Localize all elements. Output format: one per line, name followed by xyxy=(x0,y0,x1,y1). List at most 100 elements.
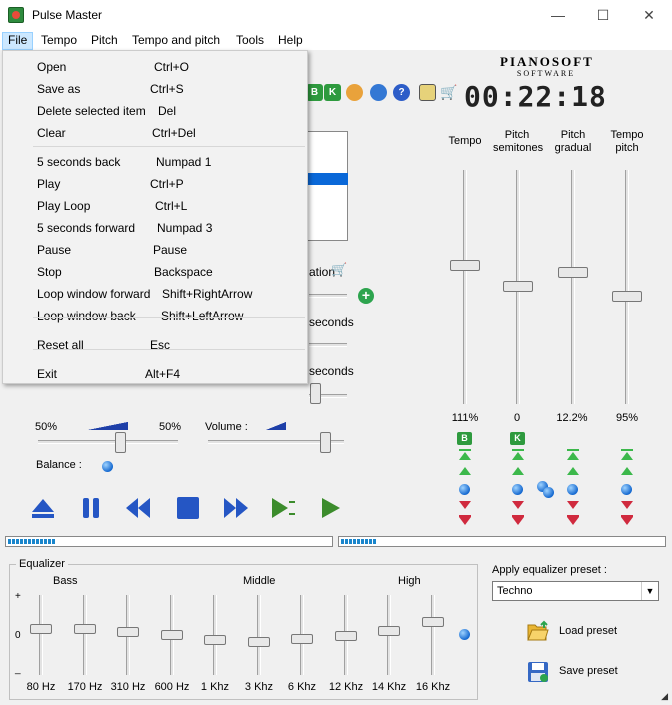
pitch-down-icon[interactable] xyxy=(512,517,524,525)
tempo-pitch-thumb[interactable] xyxy=(612,291,642,302)
file-menu-item-delete-selected-item[interactable]: Delete selected item Del xyxy=(4,99,306,121)
cart-icon[interactable]: 🛒 xyxy=(440,84,457,101)
link-dot-icon-2[interactable] xyxy=(543,487,554,498)
gradual-down-icon[interactable] xyxy=(567,517,579,525)
eq-band-track[interactable] xyxy=(83,595,87,675)
tempo-reset-icon[interactable] xyxy=(459,484,470,495)
tempo-pitch-down-icon[interactable] xyxy=(621,517,633,525)
loop-start-track[interactable] xyxy=(309,294,347,298)
tempo-min-icon[interactable] xyxy=(459,515,471,517)
gradual-reset-icon[interactable] xyxy=(567,484,578,495)
play-icon[interactable] xyxy=(316,494,346,522)
menu-file[interactable]: File xyxy=(2,32,34,50)
close-button[interactable]: ✕ xyxy=(626,0,672,31)
save-preset-button[interactable]: Save preset xyxy=(526,660,636,686)
gradual-max-icon[interactable] xyxy=(567,449,579,451)
gradual-down-small-icon[interactable] xyxy=(567,501,579,509)
menu-pitch[interactable]: Pitch xyxy=(86,32,123,50)
pitch-gradual-track[interactable] xyxy=(571,170,575,404)
pitch-max-icon[interactable] xyxy=(512,449,524,451)
file-menu-item-play-loop[interactable]: Play Loop Ctrl+L xyxy=(4,194,306,216)
pitch-up-icon[interactable] xyxy=(512,452,524,460)
eject-icon[interactable] xyxy=(28,494,58,522)
b-icon[interactable]: B xyxy=(306,84,323,101)
balance-track[interactable] xyxy=(38,440,178,444)
help-icon[interactable]: ? xyxy=(393,84,410,101)
file-menu-item-loop-window-back[interactable]: Loop window back Shift+LeftArrow xyxy=(4,304,306,326)
tempo-pitch-reset-icon[interactable] xyxy=(621,484,632,495)
pitch-up-small-icon[interactable] xyxy=(512,467,524,475)
eq-band-thumb[interactable] xyxy=(117,626,139,637)
loop-length-track[interactable] xyxy=(309,343,347,347)
play-loop-icon[interactable] xyxy=(268,494,298,522)
eq-band-thumb[interactable] xyxy=(30,624,52,635)
balance-reset-icon[interactable] xyxy=(102,461,113,472)
file-menu-item-save-as[interactable]: Save as Ctrl+S xyxy=(4,77,306,99)
file-menu-item-stop[interactable]: Stop Backspace xyxy=(4,260,306,282)
tempo-b-button[interactable]: B xyxy=(457,432,472,445)
pitch-reset-icon[interactable] xyxy=(512,484,523,495)
file-menu-item-open[interactable]: Open Ctrl+O xyxy=(4,55,306,77)
tempo-pitch-max-icon[interactable] xyxy=(621,449,633,451)
eq-band-thumb[interactable] xyxy=(291,633,313,644)
eq-band-track[interactable] xyxy=(431,595,435,675)
tempo-down-small-icon[interactable] xyxy=(459,501,471,509)
file-menu-item-play[interactable]: Play Ctrl+P xyxy=(4,172,306,194)
eq-band-thumb[interactable] xyxy=(161,630,183,640)
pitch-semitones-thumb[interactable] xyxy=(503,281,533,292)
notepad-icon[interactable] xyxy=(419,84,436,101)
eq-band-track[interactable] xyxy=(39,595,43,675)
pitch-down-small-icon[interactable] xyxy=(512,501,524,509)
eq-band-thumb[interactable] xyxy=(335,630,357,641)
file-menu-item-5-seconds-forward[interactable]: 5 seconds forward Numpad 3 xyxy=(4,216,306,238)
users-icon[interactable] xyxy=(346,84,363,101)
menu-tools[interactable]: Tools xyxy=(231,32,269,50)
resize-grip-icon[interactable]: ◢ xyxy=(661,691,668,702)
volume-thumb[interactable] xyxy=(320,432,331,453)
tempo-up-icon[interactable] xyxy=(459,452,471,460)
eq-band-thumb[interactable] xyxy=(248,637,270,647)
buy-cart-icon[interactable]: 🛒 xyxy=(331,263,347,277)
pause-icon[interactable] xyxy=(76,494,106,522)
playlist-selected-row[interactable] xyxy=(305,173,348,185)
menu-tempo-and-pitch[interactable]: Tempo and pitch xyxy=(127,32,225,50)
gradual-min-icon[interactable] xyxy=(567,515,579,517)
eq-band-track[interactable] xyxy=(257,595,261,675)
gradual-up-small-icon[interactable] xyxy=(567,467,579,475)
tempo-max-icon[interactable] xyxy=(459,449,471,451)
globe-icon[interactable] xyxy=(370,84,387,101)
eq-band-thumb[interactable] xyxy=(204,634,226,645)
file-menu-item-clear[interactable]: Clear Ctrl+Del xyxy=(4,121,306,143)
tempo-thumb[interactable] xyxy=(450,260,480,271)
menu-help[interactable]: Help xyxy=(273,32,308,50)
position-thumb[interactable] xyxy=(310,383,321,404)
tempo-pitch-down-small-icon[interactable] xyxy=(621,501,633,509)
tempo-pitch-up-icon[interactable] xyxy=(621,452,633,460)
add-icon[interactable]: + xyxy=(358,288,374,304)
tempo-down-icon[interactable] xyxy=(459,517,471,525)
forward-icon[interactable] xyxy=(220,494,250,522)
tempo-pitch-up-small-icon[interactable] xyxy=(621,467,633,475)
gradual-up-icon[interactable] xyxy=(567,452,579,460)
eq-band-thumb[interactable] xyxy=(378,625,400,636)
eq-reset-icon[interactable] xyxy=(459,629,470,640)
rewind-icon[interactable] xyxy=(124,494,154,522)
eq-band-thumb[interactable] xyxy=(422,617,444,628)
maximize-button[interactable]: ☐ xyxy=(580,0,626,31)
load-preset-button[interactable]: Load preset xyxy=(526,620,636,646)
tempo-up-small-icon[interactable] xyxy=(459,467,471,475)
tempo-track[interactable] xyxy=(463,170,467,404)
preset-select[interactable]: Techno ▼ xyxy=(492,581,659,601)
chevron-down-icon[interactable]: ▼ xyxy=(641,582,658,600)
minimize-button[interactable]: — xyxy=(535,0,581,31)
playlist[interactable] xyxy=(305,131,348,241)
file-menu-item-exit[interactable]: Exit Alt+F4 xyxy=(4,362,306,384)
stop-icon[interactable] xyxy=(173,494,203,522)
tempo-pitch-min-icon[interactable] xyxy=(621,515,633,517)
k-icon[interactable]: K xyxy=(324,84,341,101)
file-menu-item-5-seconds-back[interactable]: 5 seconds back Numpad 1 xyxy=(4,150,306,172)
pitch-min-icon[interactable] xyxy=(512,515,524,517)
file-menu-item-loop-window-forward[interactable]: Loop window forward Shift+RightArrow xyxy=(4,282,306,304)
menu-tempo[interactable]: Tempo xyxy=(36,32,82,50)
balance-thumb[interactable] xyxy=(115,432,126,453)
